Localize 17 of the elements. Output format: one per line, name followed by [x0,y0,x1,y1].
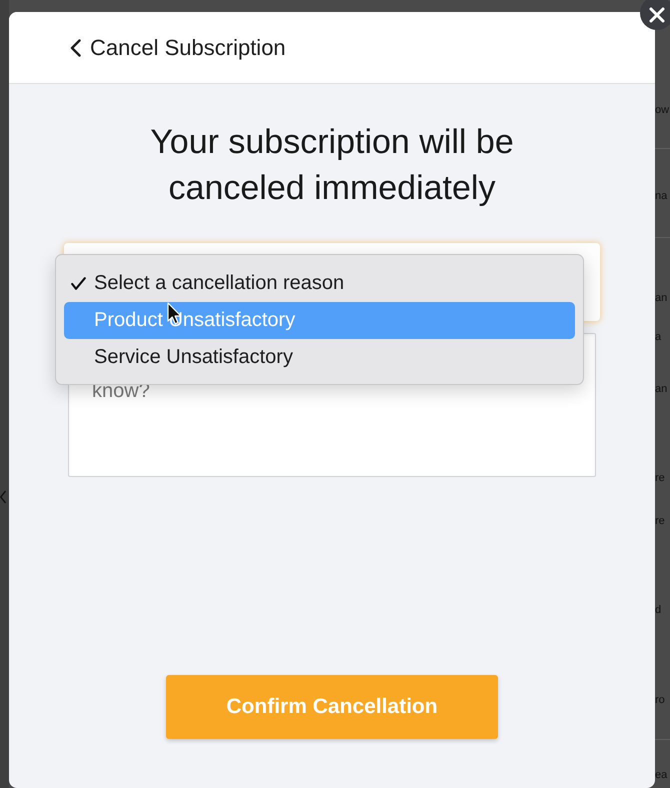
menu-option[interactable]: Select a cancellation reason [64,265,575,302]
chevron-left-icon [70,38,81,56]
background-text: ro [655,693,666,708]
background-text: ow [655,103,670,118]
modal-heading: Your subscription will be canceled immediately [149,122,515,209]
background-text: an [655,382,668,397]
background-text: a [655,330,662,345]
background-text: na [655,189,668,204]
background-text: re [655,471,666,486]
background-text: d [655,603,662,618]
background-text: an [655,291,668,306]
background-text: re [655,514,666,529]
close-button[interactable] [640,0,670,30]
close-icon [648,7,664,23]
back-button[interactable]: Cancel Subscription [68,32,288,62]
background-text: ea [655,768,668,783]
chevron-left-icon [0,490,6,504]
